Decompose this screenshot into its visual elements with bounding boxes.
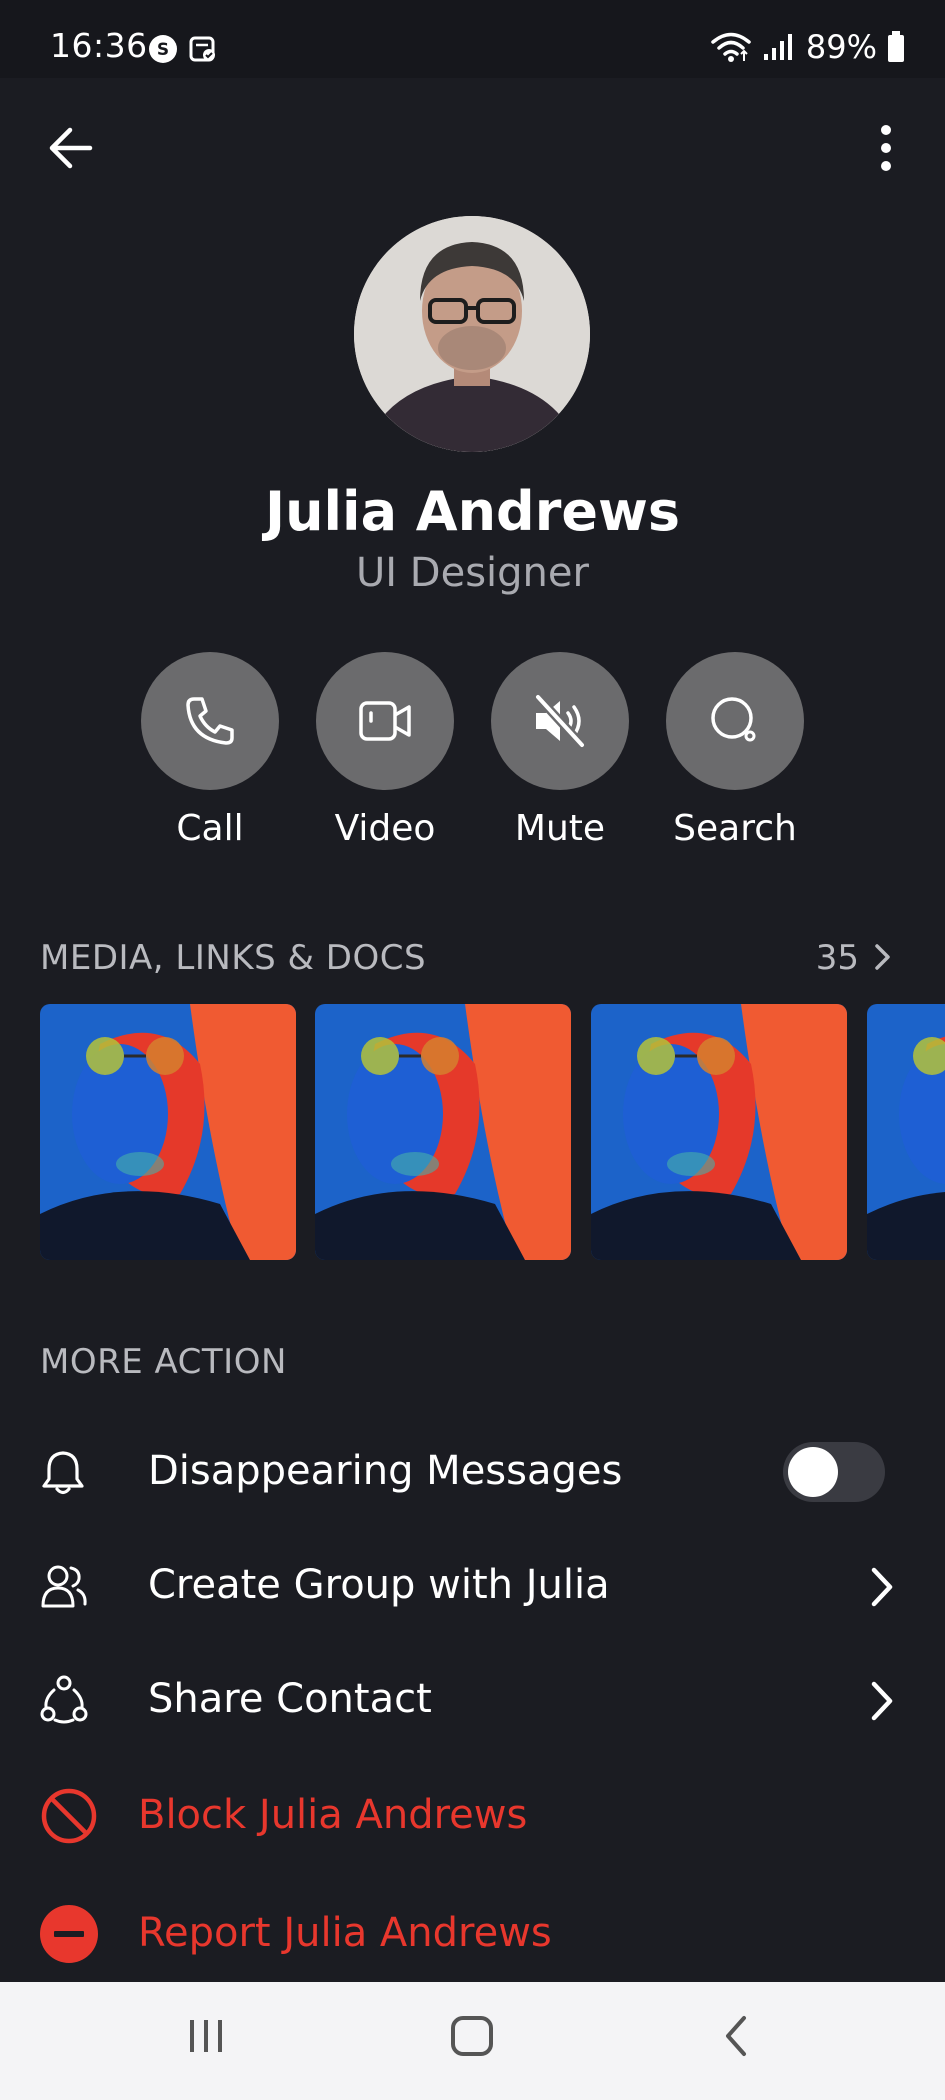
disappearing-messages-label: Disappearing Messages <box>148 1448 623 1494</box>
calendar-check-icon <box>189 36 215 62</box>
media-photo <box>591 1004 847 1260</box>
system-nav-bar <box>0 1982 945 2100</box>
search-label: Search <box>673 808 797 849</box>
block-icon <box>41 1788 97 1844</box>
media-thumbnail[interactable] <box>867 1004 945 1260</box>
avatar-photo <box>354 216 590 452</box>
video-camera-icon <box>359 701 411 741</box>
mute-label: Mute <box>514 808 606 849</box>
chevron-right-icon <box>871 1681 893 1721</box>
nav-back-icon[interactable] <box>716 2012 756 2060</box>
recent-apps-icon[interactable] <box>186 2012 226 2060</box>
status-indicators: 89% <box>710 28 905 66</box>
media-thumbnail[interactable] <box>315 1004 571 1260</box>
chevron-right-icon[interactable] <box>873 942 893 972</box>
wifi-icon <box>711 32 751 62</box>
skype-icon: S <box>149 35 177 63</box>
media-section-title: MEDIA, LINKS & DOCS <box>40 938 427 978</box>
report-icon <box>40 1905 98 1963</box>
share-contact-row[interactable]: Share Contact <box>0 1650 945 1750</box>
share-contact-label: Share Contact <box>148 1676 432 1722</box>
call-label: Call <box>176 808 244 849</box>
video-label: Video <box>334 808 436 849</box>
report-contact-row[interactable]: Report Julia Andrews <box>0 1884 945 1984</box>
media-photo <box>867 1004 945 1260</box>
share-contact-icon <box>40 1675 88 1724</box>
battery-percent: 89% <box>805 28 877 66</box>
signal-icon <box>763 34 792 60</box>
group-users-icon <box>41 1565 87 1608</box>
block-label: Block Julia Andrews <box>138 1792 528 1838</box>
avatar[interactable] <box>354 216 590 452</box>
toggle-knob <box>788 1447 838 1497</box>
report-label: Report Julia Andrews <box>138 1910 552 1956</box>
media-count[interactable]: 35 <box>816 938 859 978</box>
disappearing-messages-toggle[interactable] <box>783 1442 885 1502</box>
mute-button[interactable]: Mute <box>491 652 629 849</box>
contact-name: Julia Andrews <box>265 480 680 543</box>
status-time: 16:36 <box>50 26 148 65</box>
media-photo <box>315 1004 571 1260</box>
media-thumbnail[interactable] <box>591 1004 847 1260</box>
block-contact-row[interactable]: Block Julia Andrews <box>0 1766 945 1866</box>
status-bar: 16:36 S 89% <box>0 0 945 78</box>
speaker-muted-icon <box>534 693 586 749</box>
search-icon <box>711 697 756 742</box>
bell-icon <box>42 1451 84 1495</box>
media-photo <box>40 1004 296 1260</box>
more-action-title: MORE ACTION <box>40 1342 287 1382</box>
chevron-right-icon <box>871 1567 893 1607</box>
contact-role: UI Designer <box>356 550 589 596</box>
video-button[interactable]: Video <box>316 652 454 849</box>
create-group-row[interactable]: Create Group with Julia <box>0 1536 945 1636</box>
phone-icon <box>186 697 234 745</box>
search-button[interactable]: Search <box>666 652 804 849</box>
media-thumbnail[interactable] <box>40 1004 296 1260</box>
call-button[interactable]: Call <box>141 652 279 849</box>
create-group-label: Create Group with Julia <box>148 1562 610 1608</box>
home-icon[interactable] <box>448 2012 496 2060</box>
media-strip <box>40 1004 945 1260</box>
more-options-icon[interactable] <box>872 124 900 172</box>
back-arrow-icon[interactable] <box>46 126 94 170</box>
battery-icon <box>888 31 904 62</box>
svg-text:S: S <box>157 40 169 60</box>
